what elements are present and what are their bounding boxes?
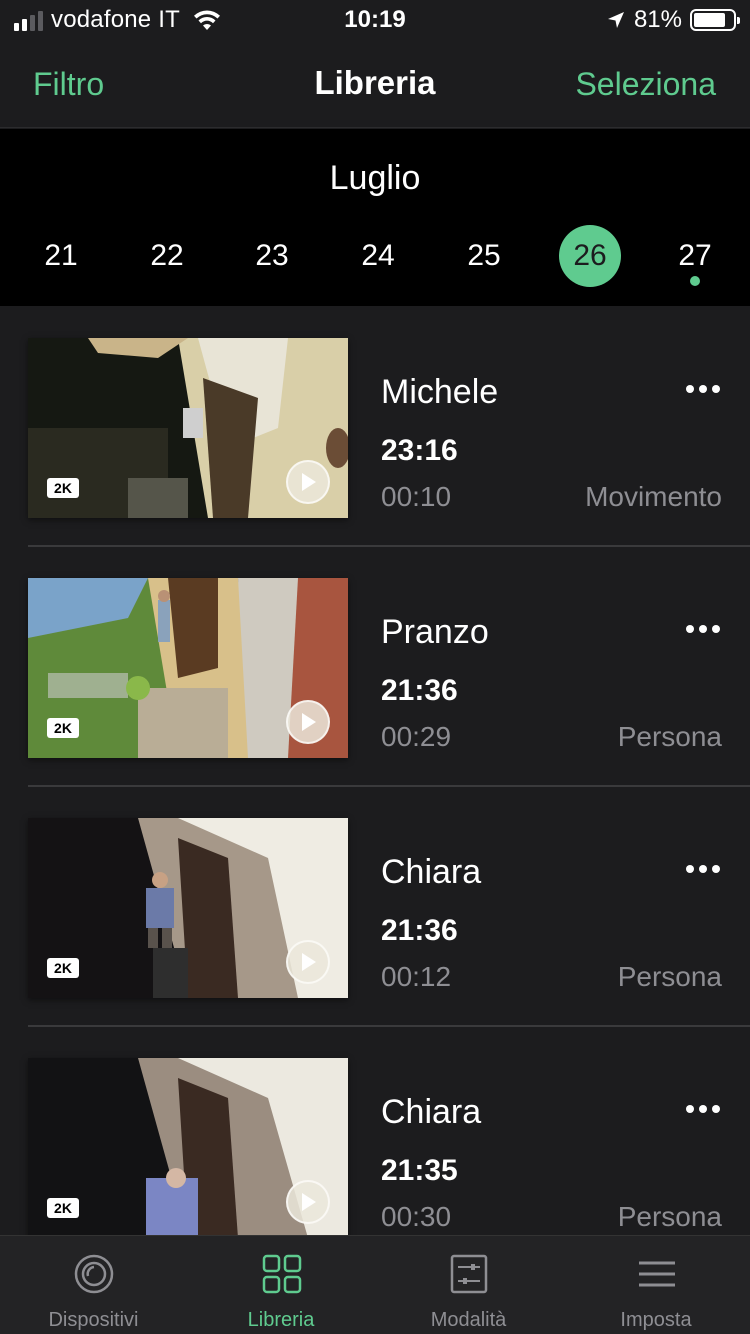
select-button[interactable]: Seleziona [575,66,716,103]
recording-time: 23:16 [381,434,458,467]
play-icon[interactable] [286,1180,330,1224]
month-label: Luglio [329,159,421,197]
tab-bar: Dispositivi Libreria Modalità Imposta [0,1235,750,1334]
tab-dispositivi[interactable]: Dispositivi [0,1236,187,1334]
recording-thumbnail[interactable]: 2K [28,578,348,758]
tab-label: Libreria [247,1309,315,1331]
resolution-badge: 2K [47,1198,79,1218]
recording-duration: 00:29 [381,721,452,752]
recording-row[interactable]: 2K Chiara 21:35 00:30 Persona [0,1027,750,1235]
recording-title: Chiara [381,1093,482,1131]
recordings-list[interactable]: 2K Michele 23:16 00:10 Movimento 2K Pran… [0,307,750,1235]
recording-row[interactable]: 2K Pranzo 21:36 00:29 Persona [0,547,750,787]
battery-fill [694,13,725,27]
recording-duration: 00:12 [381,961,452,992]
recording-thumbnail[interactable]: 2K [28,338,348,518]
camera-ring-icon [74,1254,114,1294]
navigation-bar: Filtro Libreria Seleziona [0,40,750,128]
tab-label: Modalità [430,1309,507,1331]
resolution-badge: 2K [47,958,79,978]
more-options-icon[interactable] [686,1105,720,1113]
resolution-badge: 2K [47,718,79,738]
tab-modalit[interactable]: Modalità [375,1236,562,1334]
location-arrow-icon [607,12,624,28]
day-22[interactable]: 22 [136,225,198,287]
recording-row[interactable]: 2K Chiara 21:36 00:12 Persona [0,787,750,1027]
recording-title: Pranzo [381,613,489,651]
recording-row[interactable]: 2K Michele 23:16 00:10 Movimento [0,307,750,547]
tab-imposta[interactable]: Imposta [563,1236,750,1334]
day-23[interactable]: 23 [241,225,303,287]
resolution-badge: 2K [47,478,79,498]
recording-type: Persona [617,721,722,752]
recording-duration: 00:10 [381,481,452,512]
recording-duration: 00:30 [381,1201,452,1232]
play-icon[interactable] [286,460,330,504]
grid-icon [262,1254,302,1294]
tab-label: Imposta [620,1309,692,1331]
recording-type: Persona [617,1201,722,1232]
tab-label: Dispositivi [48,1309,139,1331]
play-icon[interactable] [286,700,330,744]
tab-libreria[interactable]: Libreria [188,1236,375,1334]
recording-time: 21:36 [381,674,458,707]
more-options-icon[interactable] [686,865,720,873]
menu-icon [637,1254,677,1294]
day-21[interactable]: 21 [30,225,92,287]
recording-indicator-dot [690,276,700,286]
status-right: 81% [606,6,740,34]
more-options-icon[interactable] [686,385,720,393]
recording-title: Michele [381,373,499,411]
more-options-icon[interactable] [686,625,720,633]
recording-time: 21:36 [381,914,458,947]
recording-type: Persona [617,961,722,992]
status-bar: vodafone IT 10:19 81% [0,0,750,40]
day-24[interactable]: 24 [347,225,409,287]
battery-icon [690,9,740,31]
recording-thumbnail[interactable]: 2K [28,818,348,998]
battery-percentage: 81% [633,6,682,33]
recording-thumbnail[interactable]: 2K [28,1058,348,1235]
recording-type: Movimento [585,481,722,512]
date-strip: Luglio 21 22 23 24 25 26 27 [0,129,750,306]
filter-button[interactable]: Filtro [33,66,104,103]
recording-time: 21:35 [381,1154,458,1187]
day-list: 21 22 23 24 25 26 27 [0,225,750,289]
sliders-icon [449,1254,489,1294]
day-25[interactable]: 25 [453,225,515,287]
recording-title: Chiara [381,853,482,891]
play-icon[interactable] [286,940,330,984]
day-26[interactable]: 26 [559,225,621,287]
